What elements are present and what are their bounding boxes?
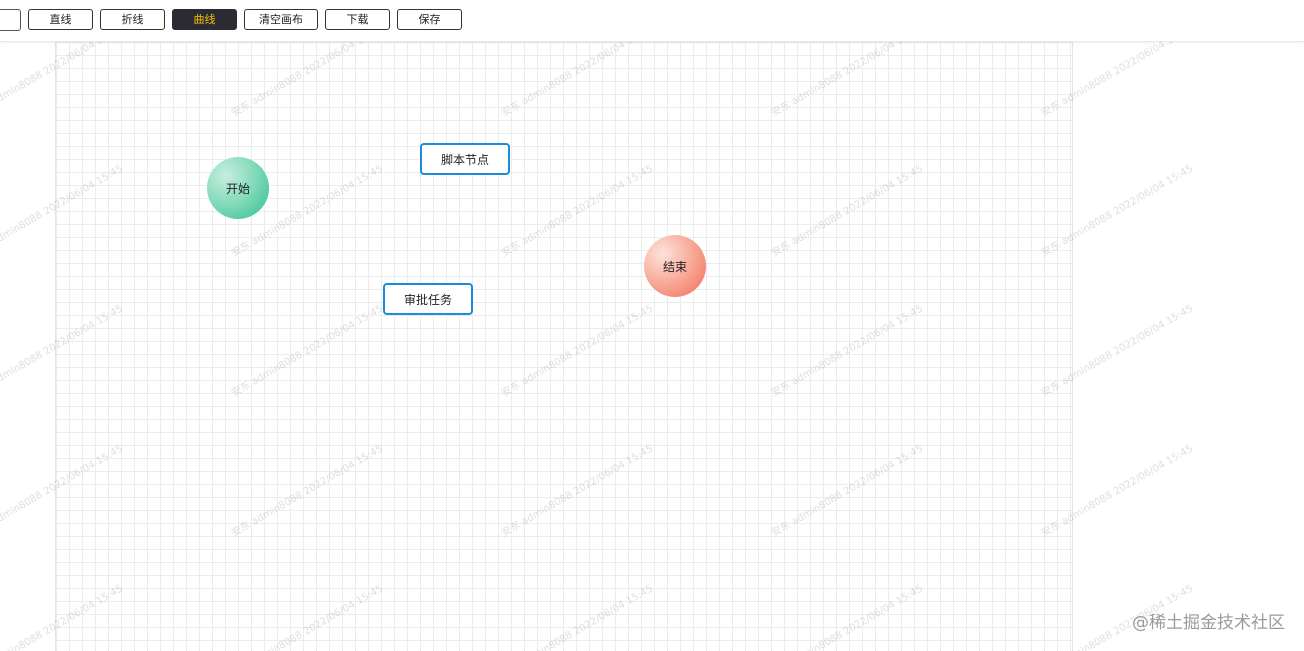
end-node[interactable]: 结束 [644,235,706,297]
clear-canvas-button[interactable]: 清空画布 [244,9,318,30]
download-button[interactable]: 下载 [325,9,390,30]
script-node[interactable]: 脚本节点 [420,143,510,175]
start-node[interactable]: 开始 [207,157,269,219]
approval-task-node[interactable]: 审批任务 [383,283,473,315]
script-node-label: 脚本节点 [440,152,489,167]
approval-task-node-label: 审批任务 [403,292,452,307]
page: 直线 折线 曲线 清空画布 下载 保存 安东 admin8088 2022/06… [0,0,1304,651]
toolbar-partial-button[interactable] [0,9,21,31]
start-node-label: 开始 [225,181,250,196]
toolbar: 直线 折线 曲线 清空画布 下载 保存 [0,0,1304,42]
save-button[interactable]: 保存 [397,9,462,30]
end-node-label: 结束 [662,259,687,274]
brand-watermark: @稀土掘金技术社区 [1132,613,1285,633]
curve-button[interactable]: 曲线 [172,9,237,30]
flow-canvas[interactable] [55,42,1073,651]
straight-line-button[interactable]: 直线 [28,9,93,30]
polyline-button[interactable]: 折线 [100,9,165,30]
